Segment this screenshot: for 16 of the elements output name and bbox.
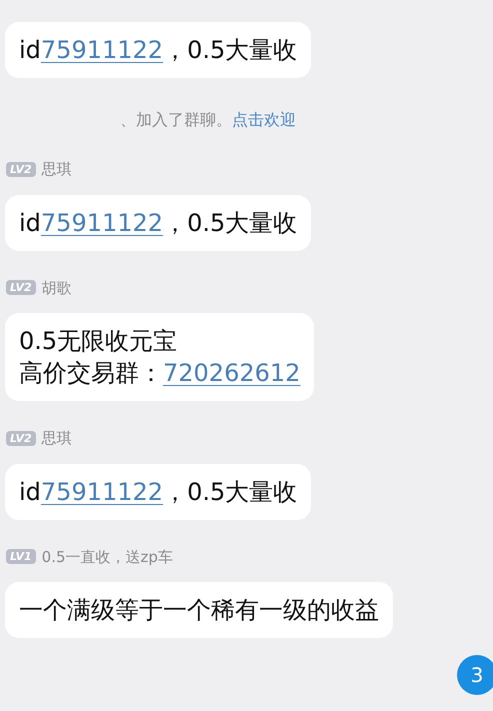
level-badge: LV1 xyxy=(6,549,36,564)
level-badge: LV2 xyxy=(6,430,36,446)
message-text: id75911122，0.5大量收 xyxy=(19,208,298,238)
message-text: 0.5无限收元宝 xyxy=(19,326,178,357)
sender-name: 胡歌 xyxy=(42,278,72,298)
unread-badge[interactable]: 3 xyxy=(457,655,493,695)
sender-name: 0.5一直收，送zp车 xyxy=(42,546,173,568)
message-text: id75911122，0.5大量收 xyxy=(19,476,298,508)
sender-name: 思琪 xyxy=(42,428,72,449)
message-text: 一个满级等于一个稀有一级的收益 xyxy=(19,595,379,626)
message-text: id75911122，0.5大量收 xyxy=(19,35,298,66)
sender-name: 思琪 xyxy=(42,159,72,180)
level-badge: LV2 xyxy=(6,162,36,177)
message-text: 高价交易群：720262612 xyxy=(19,358,300,389)
join-notice: 、加入了群聊。点击欢迎 xyxy=(120,110,296,129)
level-badge: LV2 xyxy=(6,280,36,296)
